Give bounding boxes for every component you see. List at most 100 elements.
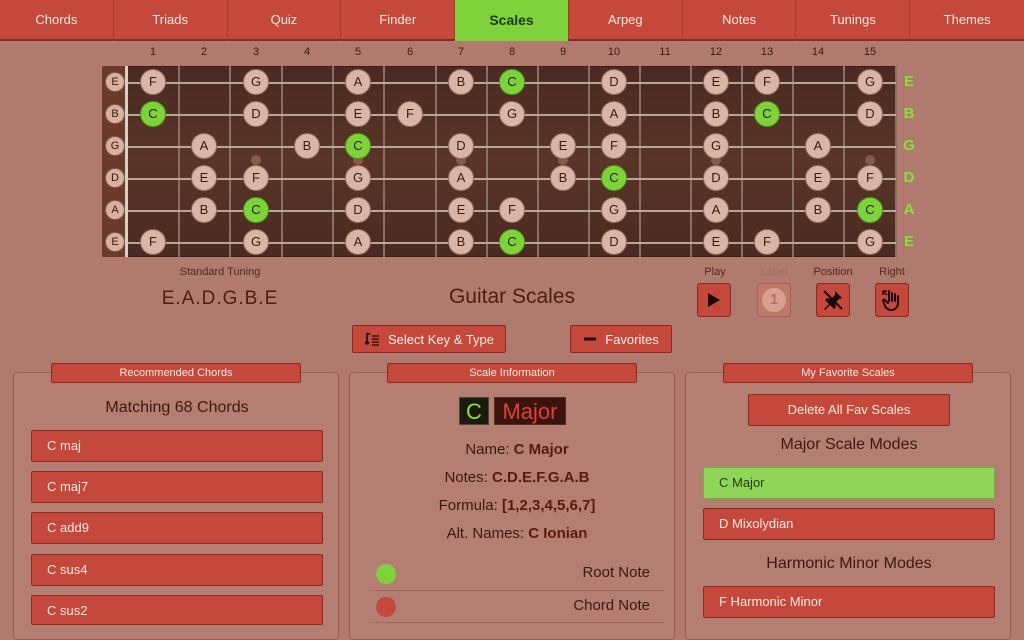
scale-name: Name: C Major: [465, 441, 569, 458]
fret-number: 11: [659, 46, 671, 58]
fret-note[interactable]: G: [703, 133, 729, 159]
favorites-button[interactable]: Favorites: [570, 325, 672, 353]
fret-note[interactable]: C: [140, 101, 166, 127]
fret-note[interactable]: F: [754, 69, 780, 95]
fret-note[interactable]: B: [805, 197, 831, 223]
delete-all-fav-button[interactable]: Delete All Fav Scales: [748, 394, 950, 426]
open-string-note[interactable]: A: [105, 200, 125, 220]
fret-note[interactable]: C: [499, 69, 525, 95]
fret-note[interactable]: A: [703, 197, 729, 223]
tab-notes[interactable]: Notes: [683, 0, 797, 41]
fret-note[interactable]: G: [243, 69, 269, 95]
fret-note[interactable]: F: [140, 69, 166, 95]
fret-note[interactable]: F: [601, 133, 627, 159]
tab-quiz[interactable]: Quiz: [228, 0, 342, 41]
chord-item[interactable]: C sus4: [31, 554, 323, 586]
fret-note[interactable]: D: [601, 69, 627, 95]
open-string-note[interactable]: D: [105, 168, 125, 188]
fret-note[interactable]: G: [857, 229, 883, 255]
fav-scale-item[interactable]: F Harmonic Minor: [703, 586, 995, 618]
fret-note[interactable]: B: [191, 197, 217, 223]
fret-note[interactable]: F: [499, 197, 525, 223]
right-label: Right: [879, 266, 905, 278]
fret-note[interactable]: A: [448, 165, 474, 191]
chord-item[interactable]: C add9: [31, 512, 323, 544]
fret-wire: [843, 66, 845, 257]
fret-note[interactable]: B: [294, 133, 320, 159]
fret-note[interactable]: B: [703, 101, 729, 127]
open-string-note[interactable]: E: [105, 72, 125, 92]
fav-scale-item[interactable]: C Major: [703, 467, 995, 499]
position-button[interactable]: [816, 283, 850, 317]
fret-note[interactable]: F: [754, 229, 780, 255]
fret-note[interactable]: F: [857, 165, 883, 191]
fret-note[interactable]: G: [857, 69, 883, 95]
fret-note[interactable]: A: [345, 229, 371, 255]
fret-note[interactable]: C: [754, 101, 780, 127]
scale-alt-names: Alt. Names: C Ionian: [446, 525, 588, 542]
open-string-note[interactable]: G: [105, 136, 125, 156]
fret-note[interactable]: C: [857, 197, 883, 223]
fret-note[interactable]: D: [243, 101, 269, 127]
fret-note[interactable]: F: [397, 101, 423, 127]
fret-note[interactable]: G: [243, 229, 269, 255]
fret-note[interactable]: D: [448, 133, 474, 159]
fret-note[interactable]: C: [345, 133, 371, 159]
fret-note[interactable]: E: [550, 133, 576, 159]
fret-note[interactable]: E: [191, 165, 217, 191]
recommended-chords-panel: Recommended Chords Matching 68 Chords C …: [13, 363, 339, 640]
fret-note[interactable]: E: [703, 229, 729, 255]
chord-item[interactable]: C maj7: [31, 471, 323, 503]
fret-note[interactable]: A: [601, 101, 627, 127]
fret-wire: [229, 66, 231, 257]
select-key-type-button[interactable]: Select Key & Type: [352, 325, 506, 353]
tab-scales[interactable]: Scales: [455, 0, 569, 41]
fret-note[interactable]: C: [243, 197, 269, 223]
fret-note[interactable]: E: [448, 197, 474, 223]
fretboard-wood: [102, 66, 896, 257]
tab-finder[interactable]: Finder: [341, 0, 456, 41]
fret-wire: [895, 66, 897, 257]
chord-item[interactable]: C sus2: [31, 595, 323, 625]
fret-note[interactable]: A: [191, 133, 217, 159]
tab-chords[interactable]: Chords: [0, 0, 114, 41]
tab-triads[interactable]: Triads: [114, 0, 228, 41]
tab-tunings[interactable]: Tunings: [796, 0, 911, 41]
fret-note[interactable]: D: [345, 197, 371, 223]
fret-note[interactable]: D: [857, 101, 883, 127]
chord-item[interactable]: C maj: [31, 430, 323, 462]
fret-note[interactable]: B: [550, 165, 576, 191]
open-string-note[interactable]: B: [105, 104, 125, 124]
fret-note[interactable]: C: [601, 165, 627, 191]
fret-inlay: [251, 155, 261, 165]
fret-note[interactable]: E: [805, 165, 831, 191]
fret-number: 6: [406, 46, 414, 58]
fret-note[interactable]: B: [448, 229, 474, 255]
label-button[interactable]: 1: [757, 283, 791, 317]
tab-themes[interactable]: Themes: [910, 0, 1024, 41]
position-label: Position: [813, 266, 853, 278]
tuning-value[interactable]: E.A.D.G.B.E: [140, 288, 300, 310]
hand-button[interactable]: [875, 283, 909, 317]
fret-note[interactable]: G: [345, 165, 371, 191]
chord-note-dot: [376, 597, 396, 617]
fav-scale-item[interactable]: D Mixolydian: [703, 508, 995, 540]
fret-note[interactable]: G: [499, 101, 525, 127]
fret-note[interactable]: G: [601, 197, 627, 223]
tuning-label: Standard Tuning: [179, 266, 261, 278]
fret-note[interactable]: E: [345, 101, 371, 127]
fret-note[interactable]: F: [140, 229, 166, 255]
fret-note[interactable]: E: [703, 69, 729, 95]
fret-wire: [435, 66, 437, 257]
fret-note[interactable]: A: [805, 133, 831, 159]
fret-note[interactable]: D: [601, 229, 627, 255]
tab-arpeg[interactable]: Arpeg: [569, 0, 683, 41]
fret-note[interactable]: A: [345, 69, 371, 95]
fret-wire: [332, 66, 334, 257]
fret-note[interactable]: F: [243, 165, 269, 191]
fret-note[interactable]: B: [448, 69, 474, 95]
open-string-note[interactable]: E: [105, 232, 125, 252]
play-button[interactable]: [697, 283, 731, 317]
fret-note[interactable]: D: [703, 165, 729, 191]
fret-note[interactable]: C: [499, 229, 525, 255]
